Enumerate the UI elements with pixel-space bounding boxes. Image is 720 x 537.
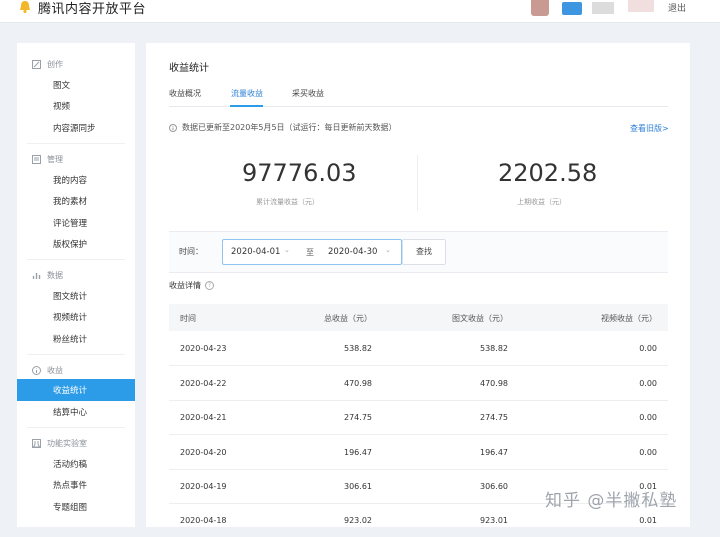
- end-date[interactable]: 2020-04-30: [328, 247, 377, 257]
- active-tab-indicator: [230, 105, 263, 107]
- column-header-date: 时间: [180, 314, 196, 323]
- table-row: 2020-04-20 196.47 196.47 0.00: [169, 435, 668, 470]
- last-period-revenue-label: 上期收益（元）: [517, 198, 566, 206]
- main-panel: 收益统计 收益概况 流量收益 采买收益 数据已更新至2020年5月5日（试运行：…: [146, 43, 690, 527]
- sidebar-item-settlement[interactable]: 结算中心: [17, 401, 135, 423]
- divider: [27, 354, 125, 355]
- sidebar-item-fan-stats[interactable]: 粉丝统计: [17, 328, 135, 350]
- sidebar-section-lab: 功能实验室: [32, 438, 87, 449]
- range-separator: 至: [306, 248, 314, 257]
- page-title: 收益统计: [169, 63, 209, 74]
- divider: [27, 143, 125, 144]
- sidebar-item-comments[interactable]: 评论管理: [17, 212, 135, 234]
- bell-logo-icon: [20, 1, 30, 14]
- update-notice: 数据已更新至2020年5月5日（试运行：每日更新前天数据）: [169, 122, 397, 133]
- sidebar-section-revenue: 收益: [32, 365, 63, 376]
- date-filter: 时间： 2020-04-01 ⌄ 至 2020-04-30 ⌄ 查找: [169, 231, 668, 273]
- table-row: 2020-04-22 470.98 470.98 0.00: [169, 366, 668, 401]
- sidebar-item-content-sync[interactable]: 内容源同步: [17, 117, 135, 139]
- sidebar-item-article[interactable]: 图文: [17, 74, 135, 96]
- edit-icon: [32, 60, 41, 69]
- table-row: 2020-04-21 274.75 274.75 0.00: [169, 400, 668, 435]
- top-bar: 腾讯内容开放平台 退出: [0, 0, 720, 23]
- search-button[interactable]: 查找: [402, 239, 446, 265]
- tab-traffic-revenue[interactable]: 流量收益: [231, 88, 263, 99]
- sidebar-item-my-material[interactable]: 我的素材: [17, 190, 135, 212]
- sidebar-section-create: 创作: [32, 59, 63, 70]
- account-badge: [628, 0, 654, 12]
- divider: [27, 427, 125, 428]
- table-header: 时间 总收益（元） 图文收益（元） 视频收益（元）: [169, 304, 668, 331]
- logout-link[interactable]: 退出: [668, 1, 686, 14]
- view-old-version-link[interactable]: 查看旧版>: [630, 123, 669, 134]
- info-circle-icon: [32, 366, 41, 375]
- sidebar: 创作 图文 视频 内容源同步 管理 我的内容 我的素材 评论管理 版权保护 数据…: [17, 43, 135, 527]
- chevron-down-icon: ⌄: [284, 246, 290, 254]
- column-header-total: 总收益（元）: [324, 314, 372, 323]
- sidebar-item-my-content[interactable]: 我的内容: [17, 169, 135, 191]
- avatar[interactable]: [531, 0, 549, 16]
- sidebar-item-hot-events[interactable]: 热点事件: [17, 474, 135, 496]
- document-icon: [32, 155, 41, 164]
- last-period-revenue-value: 2202.58: [498, 159, 598, 187]
- column-header-article: 图文收益（元）: [452, 314, 508, 323]
- sidebar-item-copyright[interactable]: 版权保护: [17, 233, 135, 255]
- info-icon: [169, 123, 177, 132]
- start-date[interactable]: 2020-04-01: [231, 247, 280, 257]
- tab-purchase-revenue[interactable]: 采买收益: [292, 88, 324, 99]
- table-row: 2020-04-23 538.82 538.82 0.00: [169, 331, 668, 366]
- lab-icon: [32, 439, 41, 448]
- tab-revenue-overview[interactable]: 收益概况: [169, 88, 201, 99]
- sidebar-section-data: 数据: [32, 270, 63, 281]
- message-icon[interactable]: [562, 2, 582, 15]
- user-name: [592, 2, 614, 14]
- sidebar-item-article-stats[interactable]: 图文统计: [17, 285, 135, 307]
- revenue-detail-title: 收益详情 ?: [169, 280, 214, 291]
- help-icon[interactable]: ?: [205, 281, 214, 290]
- sidebar-item-video[interactable]: 视频: [17, 95, 135, 117]
- sidebar-item-topic-gallery[interactable]: 专题组图: [17, 496, 135, 518]
- divider: [27, 259, 125, 260]
- sidebar-item-activity[interactable]: 活动约稿: [17, 453, 135, 475]
- watermark: 知乎 @半撇私塾: [545, 491, 678, 511]
- brand-name[interactable]: 腾讯内容开放平台: [38, 0, 146, 17]
- sidebar-item-revenue-stats[interactable]: 收益统计: [17, 379, 135, 401]
- sidebar-section-manage: 管理: [32, 154, 63, 165]
- total-revenue-value: 97776.03: [242, 159, 357, 187]
- total-revenue-label: 累计流量收益（元）: [256, 198, 319, 206]
- time-label: 时间：: [179, 247, 203, 256]
- bar-chart-icon: [32, 273, 41, 279]
- column-header-video: 视频收益（元）: [601, 314, 657, 323]
- date-range-picker[interactable]: 2020-04-01 ⌄ 至 2020-04-30 ⌄: [222, 239, 402, 265]
- sidebar-item-video-stats[interactable]: 视频统计: [17, 306, 135, 328]
- chevron-down-icon: ⌄: [385, 246, 391, 254]
- stats-divider: [417, 155, 418, 211]
